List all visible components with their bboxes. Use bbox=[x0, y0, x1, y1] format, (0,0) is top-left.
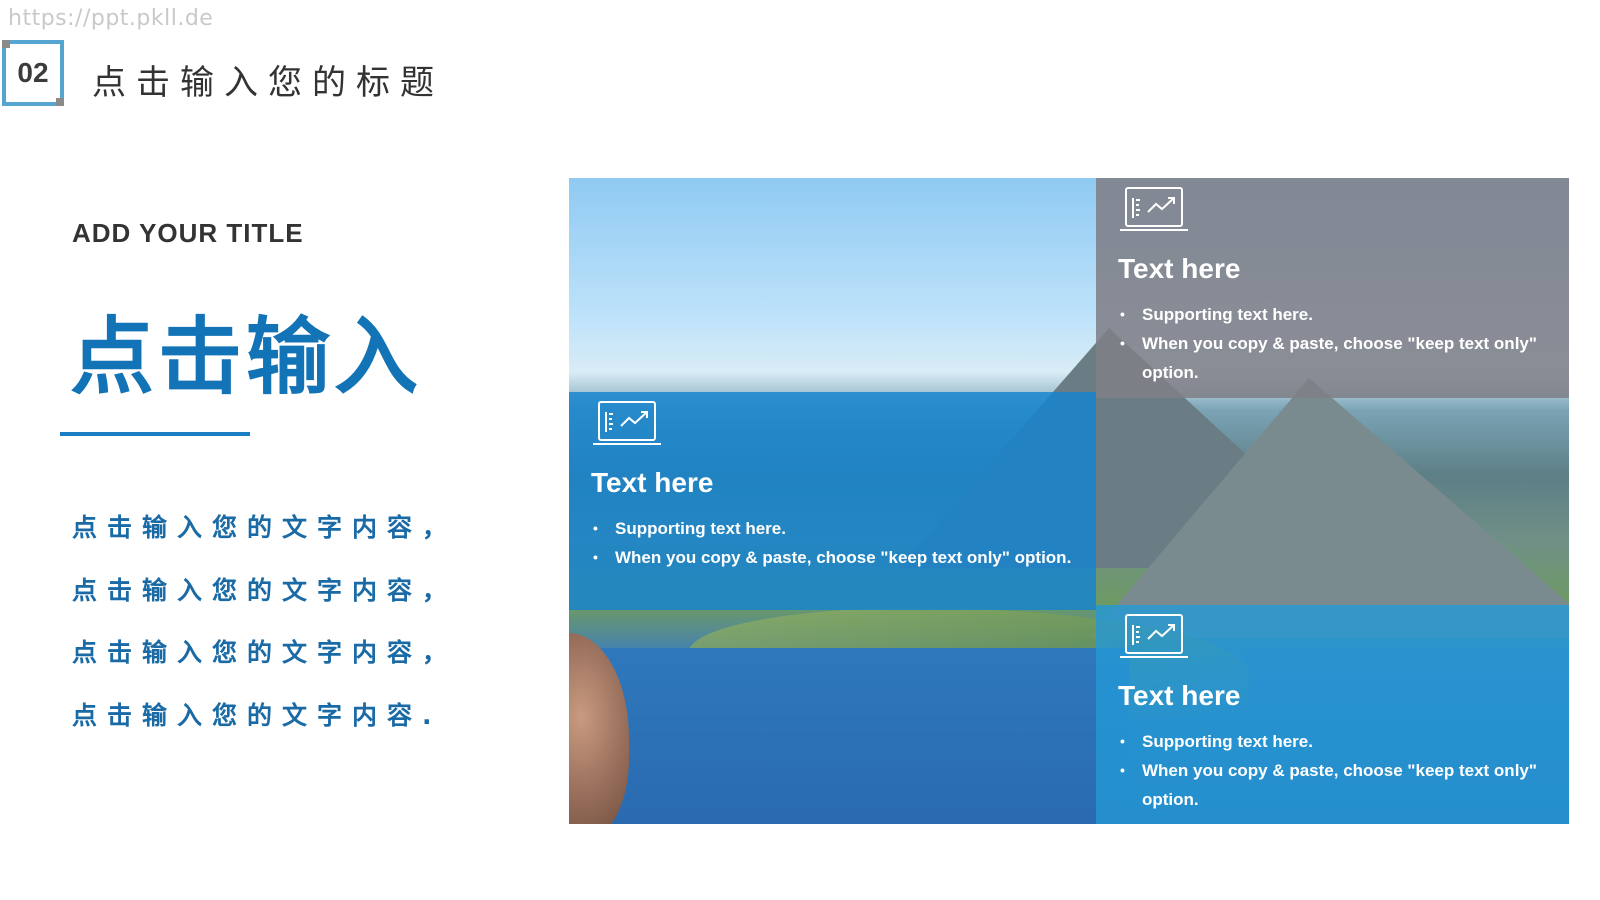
subtitle[interactable]: ADD YOUR TITLE bbox=[72, 218, 304, 249]
section-number: 02 bbox=[17, 57, 49, 88]
section-number-badge: 02 bbox=[2, 40, 64, 106]
panel-bullet-list: Supporting text here. When you copy & pa… bbox=[591, 514, 1096, 572]
panel-bullet: Supporting text here. bbox=[591, 514, 1096, 543]
body-text[interactable]: 点击输入您的文字内容， 点击输入您的文字内容， 点击输入您的文字内容， 点击输入… bbox=[72, 510, 457, 760]
body-line: 点击输入您的文字内容， bbox=[72, 575, 458, 605]
info-panel-bottom-right[interactable]: Text here Supporting text here. When you… bbox=[1096, 605, 1569, 824]
panel-bullet: When you copy & paste, choose "keep text… bbox=[1118, 756, 1569, 814]
panel-heading: Text here bbox=[1118, 253, 1241, 284]
body-line: 点击输入您的文字内容， bbox=[72, 638, 458, 667]
panel-bullet-list: Supporting text here. When you copy & pa… bbox=[1118, 300, 1569, 387]
panel-heading: Text here bbox=[1118, 680, 1241, 711]
big-title[interactable]: 点击输入 bbox=[70, 290, 422, 411]
badge-corner-decoration bbox=[2, 40, 10, 48]
mountain-shape bbox=[1089, 378, 1569, 638]
body-line: 点击输入您的文字内容， bbox=[72, 513, 458, 542]
slide-title[interactable]: 点击输入您的标题 bbox=[92, 55, 444, 104]
badge-corner-decoration bbox=[56, 98, 64, 106]
title-underline bbox=[60, 432, 250, 436]
watermark-url: https://ppt.pkll.de bbox=[8, 6, 214, 31]
panel-heading: Text here bbox=[591, 467, 714, 498]
panel-bullet: Supporting text here. bbox=[1118, 300, 1569, 329]
panel-bullet: Supporting text here. bbox=[1118, 727, 1569, 756]
body-line: 点击输入您的文字内容. bbox=[72, 700, 442, 730]
panel-bullet: When you copy & paste, choose "keep text… bbox=[591, 543, 1096, 572]
panel-bullet: When you copy & paste, choose "keep text… bbox=[1118, 329, 1569, 387]
laptop-chart-icon bbox=[1120, 187, 1188, 231]
photo-collage[interactable]: Text here Supporting text here. When you… bbox=[569, 178, 1569, 824]
info-panel-middle-left[interactable]: Text here Supporting text here. When you… bbox=[569, 392, 1096, 610]
panel-bullet-list: Supporting text here. When you copy & pa… bbox=[1118, 727, 1569, 814]
laptop-chart-icon bbox=[1120, 614, 1188, 658]
fjord-water bbox=[569, 648, 1129, 824]
info-panel-top-right[interactable]: Text here Supporting text here. When you… bbox=[1096, 178, 1569, 398]
laptop-chart-icon bbox=[593, 401, 661, 445]
